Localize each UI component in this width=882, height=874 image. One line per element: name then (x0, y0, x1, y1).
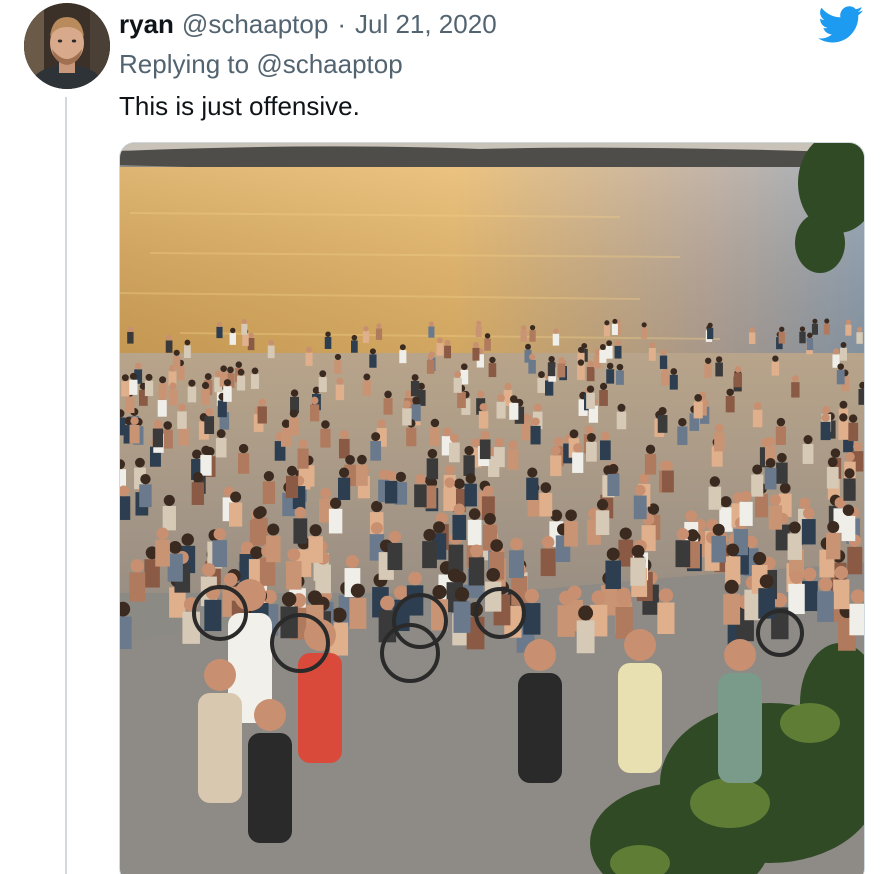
replying-prefix: Replying to (119, 49, 250, 79)
tweet[interactable]: ryan @schaaptop · Jul 21, 2020 Replying … (0, 0, 882, 874)
header-separator: · (337, 9, 346, 39)
tweet-text: This is just offensive. (119, 91, 360, 121)
tweet-header: ryan @schaaptop · Jul 21, 2020 (119, 6, 497, 42)
user-avatar[interactable] (24, 3, 110, 89)
tweet-media-photo[interactable] (119, 142, 865, 874)
photo-icon (120, 143, 864, 874)
display-name[interactable]: ryan (119, 6, 174, 42)
replying-to-handle[interactable]: @schaaptop (256, 49, 402, 79)
thread-line (65, 97, 67, 874)
tweet-date[interactable]: Jul 21, 2020 (355, 6, 497, 42)
replying-to: Replying to @schaaptop (119, 46, 403, 82)
user-handle[interactable]: @schaaptop (182, 6, 328, 42)
avatar-image (24, 3, 110, 89)
twitter-bird-icon[interactable] (818, 6, 864, 44)
